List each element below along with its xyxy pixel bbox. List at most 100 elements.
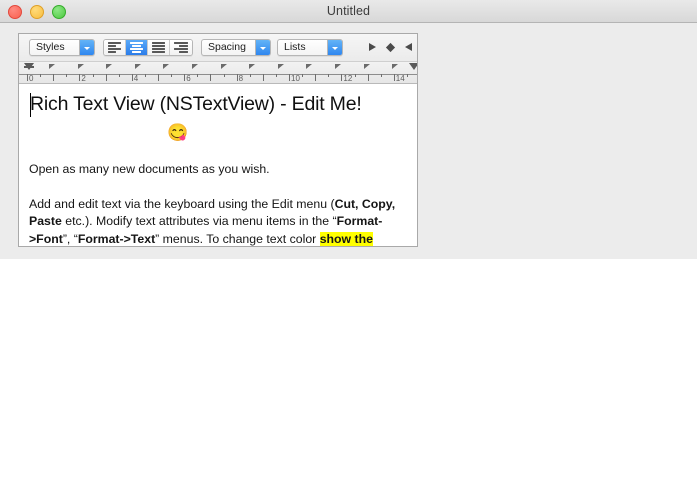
align-justify-button[interactable] [148, 40, 170, 55]
ruler-tick [236, 74, 238, 81]
ruler-tick [27, 74, 28, 81]
chevron-down-icon[interactable] [255, 40, 270, 55]
ruler-tick [302, 74, 304, 77]
ruler[interactable]: 0 2 4 6 8 10 12 14 [19, 62, 417, 84]
lists-dropdown[interactable]: Lists [277, 39, 343, 56]
ruler-tick [92, 74, 94, 77]
ruler-tick [118, 74, 120, 77]
ruler-tab-marker[interactable] [220, 64, 227, 69]
ruler-tick [131, 74, 133, 81]
document-headline: Rich Text View (NSTextView) - Edit Me! [30, 93, 362, 115]
ruler-tab-marker[interactable] [335, 64, 341, 69]
align-right-icon-line [179, 45, 188, 47]
ruler-tick [105, 74, 107, 81]
align-left-icon-line [108, 51, 117, 53]
ruler-tick [341, 74, 343, 81]
ruler-tab-marker[interactable] [192, 64, 198, 69]
align-left-button[interactable] [104, 40, 126, 55]
window-body: Styles Spacing Lists 0 2 4 6 8 10 12 14 … [0, 23, 697, 259]
ruler-tick [158, 74, 159, 81]
text-run: Open as many new documents as you wish. [29, 162, 270, 176]
align-right-icon-line [179, 51, 188, 53]
ruler-tick [315, 74, 317, 81]
spacing-dropdown[interactable]: Spacing [201, 39, 271, 56]
tab-left-icon[interactable] [368, 43, 377, 52]
ruler-tick [275, 74, 277, 77]
ruler-tick-label: 6 [186, 74, 191, 83]
align-justify-icon-line [152, 42, 165, 44]
paragraph: Open as many new documents as you wish. [29, 161, 407, 179]
align-right-icon-line [174, 42, 188, 44]
ruler-tab-marker[interactable] [77, 64, 84, 69]
align-justify-icon-line [152, 51, 165, 53]
paragraph: Add and edit text via the keyboard using… [29, 196, 407, 247]
format-toolbar: Styles Spacing Lists [19, 34, 417, 62]
ruler-tick-label: 0 [29, 74, 34, 83]
first-line-indent-marker[interactable] [24, 63, 34, 70]
tab-right-icon[interactable] [404, 43, 413, 52]
ruler-tick [184, 74, 186, 81]
tab-center-icon[interactable] [386, 43, 395, 52]
ruler-tick [66, 74, 68, 77]
ruler-tick-label: 14 [395, 74, 405, 83]
bold-run: Format->Text [77, 231, 156, 246]
align-center-button[interactable] [126, 40, 148, 55]
align-right-icon-line [174, 48, 188, 50]
title-bar[interactable]: Untitled [0, 0, 697, 23]
ruler-tick [328, 74, 330, 77]
ruler-tick-label: 4 [133, 74, 139, 83]
ruler-tick [144, 74, 146, 77]
ruler-tick [53, 74, 55, 81]
align-left-icon-line [108, 48, 121, 50]
lists-dropdown-label: Lists [284, 41, 306, 53]
ruler-tab-marker[interactable] [163, 64, 170, 69]
align-center-icon-line [130, 42, 143, 44]
alignment-segmented-control [103, 39, 193, 56]
ruler-tick-label: 2 [81, 74, 86, 83]
ruler-tick-label: 8 [238, 74, 244, 83]
rich-text-view[interactable]: Rich Text View (NSTextView) - Edit Me! 😋… [19, 84, 417, 247]
ruler-tick-label: 12 [343, 74, 353, 83]
right-indent-marker[interactable] [409, 63, 417, 70]
ruler-tick [249, 74, 251, 77]
align-justify-icon-line [152, 45, 165, 47]
text-run: ”, “ [62, 231, 78, 246]
ruler-tab-marker[interactable] [134, 64, 141, 69]
ruler-tab-marker[interactable] [106, 64, 113, 69]
document-panel: Styles Spacing Lists 0 2 4 6 8 10 12 14 … [18, 33, 418, 247]
text-caret [30, 93, 31, 117]
ruler-tick [197, 74, 199, 77]
ruler-tab-marker[interactable] [363, 64, 370, 69]
ruler-tick [354, 74, 356, 77]
emoji-line: 😋 [167, 123, 189, 142]
tab-stop-palette [364, 39, 417, 56]
ruler-tick [289, 74, 290, 81]
ruler-tick [393, 74, 395, 81]
align-left-icon-line [108, 45, 117, 47]
styles-dropdown-label: Styles [36, 41, 65, 53]
chevron-down-icon[interactable] [327, 40, 342, 55]
align-left-icon-line [108, 42, 121, 44]
ruler-tick [367, 74, 369, 81]
ruler-tick [210, 74, 212, 81]
ruler-tab-marker[interactable] [306, 64, 313, 69]
spacing-dropdown-label: Spacing [208, 41, 246, 53]
align-justify-icon-line [152, 48, 165, 50]
ruler-tick [380, 74, 382, 77]
text-run: etc.). Modify text attributes via menu i… [61, 214, 337, 228]
align-center-icon-line [132, 45, 141, 47]
highlighted-run: show the [319, 231, 373, 246]
ruler-tick [171, 74, 173, 77]
align-right-button[interactable] [170, 40, 192, 55]
chevron-down-icon[interactable] [79, 40, 94, 55]
window-title: Untitled [326, 4, 371, 18]
ruler-tab-marker[interactable] [249, 64, 256, 69]
ruler-tab-marker[interactable] [49, 64, 55, 69]
text-run: ” menus. To change text color [155, 231, 320, 246]
styles-dropdown[interactable]: Styles [29, 39, 95, 56]
ruler-tab-marker[interactable] [392, 64, 399, 69]
ruler-tab-marker[interactable] [277, 64, 284, 69]
ruler-tick [406, 74, 408, 77]
ruler-tick [262, 74, 264, 81]
ruler-tick [40, 74, 42, 77]
